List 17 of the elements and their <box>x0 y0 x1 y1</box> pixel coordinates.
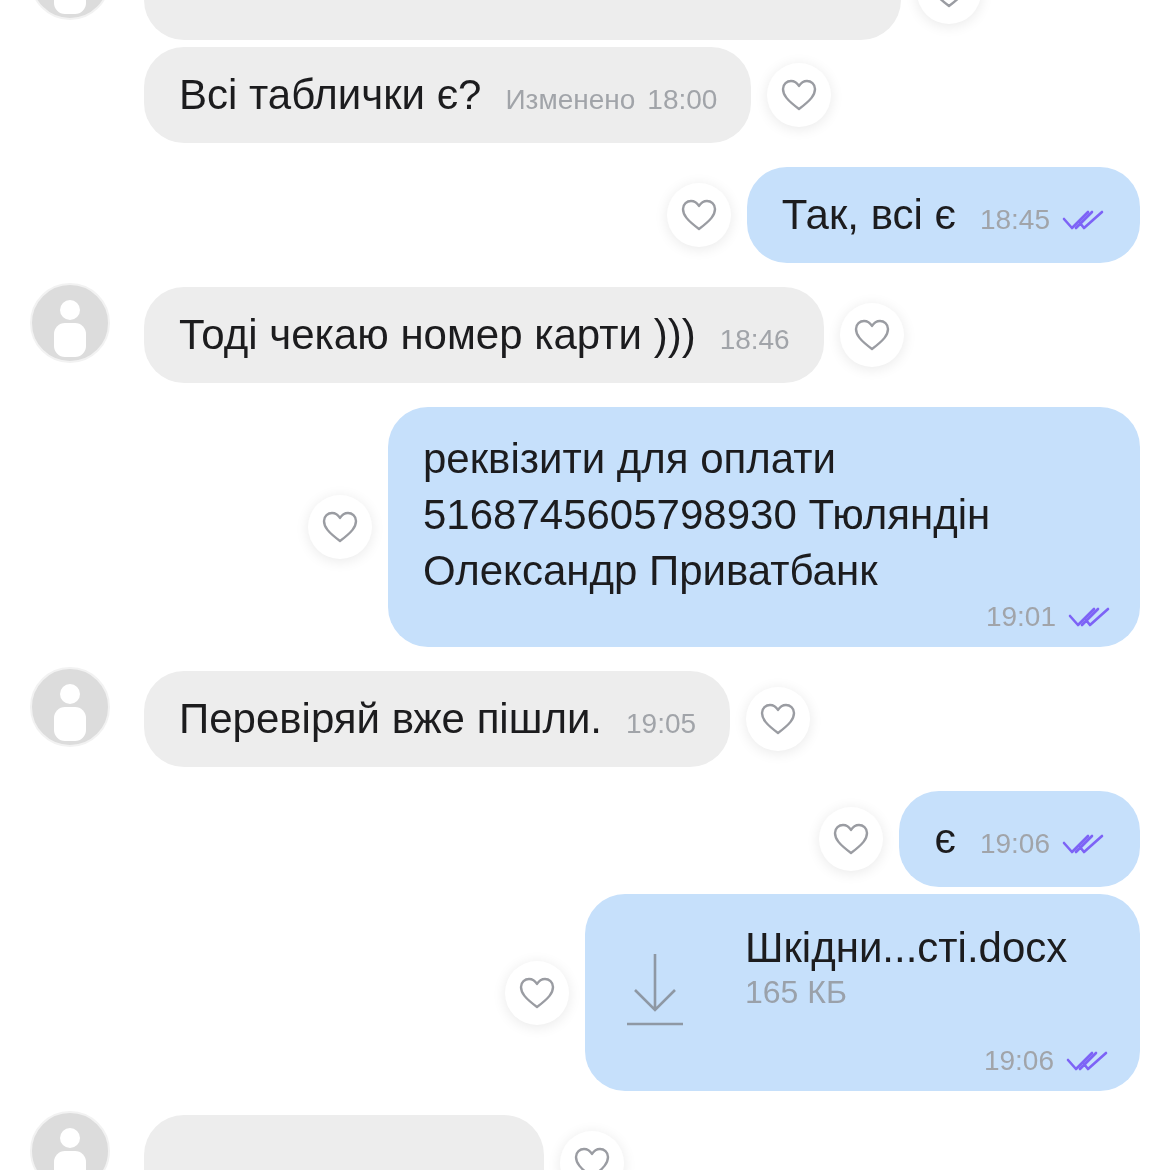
message-time: 19:01 <box>985 601 1056 633</box>
message-time: 19:06 <box>983 1045 1054 1077</box>
message-time: 18:00 <box>647 84 718 116</box>
message-text: реквізити для оплати 5168745605798930 Тюляндін Олександр Приватбанк <box>423 434 992 596</box>
message-text: є <box>934 814 956 864</box>
message-text: Тоді чекаю номер карти ))) <box>179 310 696 360</box>
message-time: 18:45 <box>979 204 1050 236</box>
message-text: Всі таблички є? <box>179 70 482 120</box>
edited-label: Изменено <box>505 84 636 116</box>
file-size: 165 КБ <box>745 974 848 1011</box>
message-text: Перевіряй вже пішли. <box>179 694 603 744</box>
message-time: 19:05 <box>626 708 697 740</box>
message-time: 18:46 <box>719 324 790 356</box>
file-name: Шкідни...сті.docx <box>745 923 1069 973</box>
message-text: Так, всі є <box>781 190 956 240</box>
download-icon[interactable] <box>625 952 685 1026</box>
message-time: 19:06 <box>979 828 1050 860</box>
